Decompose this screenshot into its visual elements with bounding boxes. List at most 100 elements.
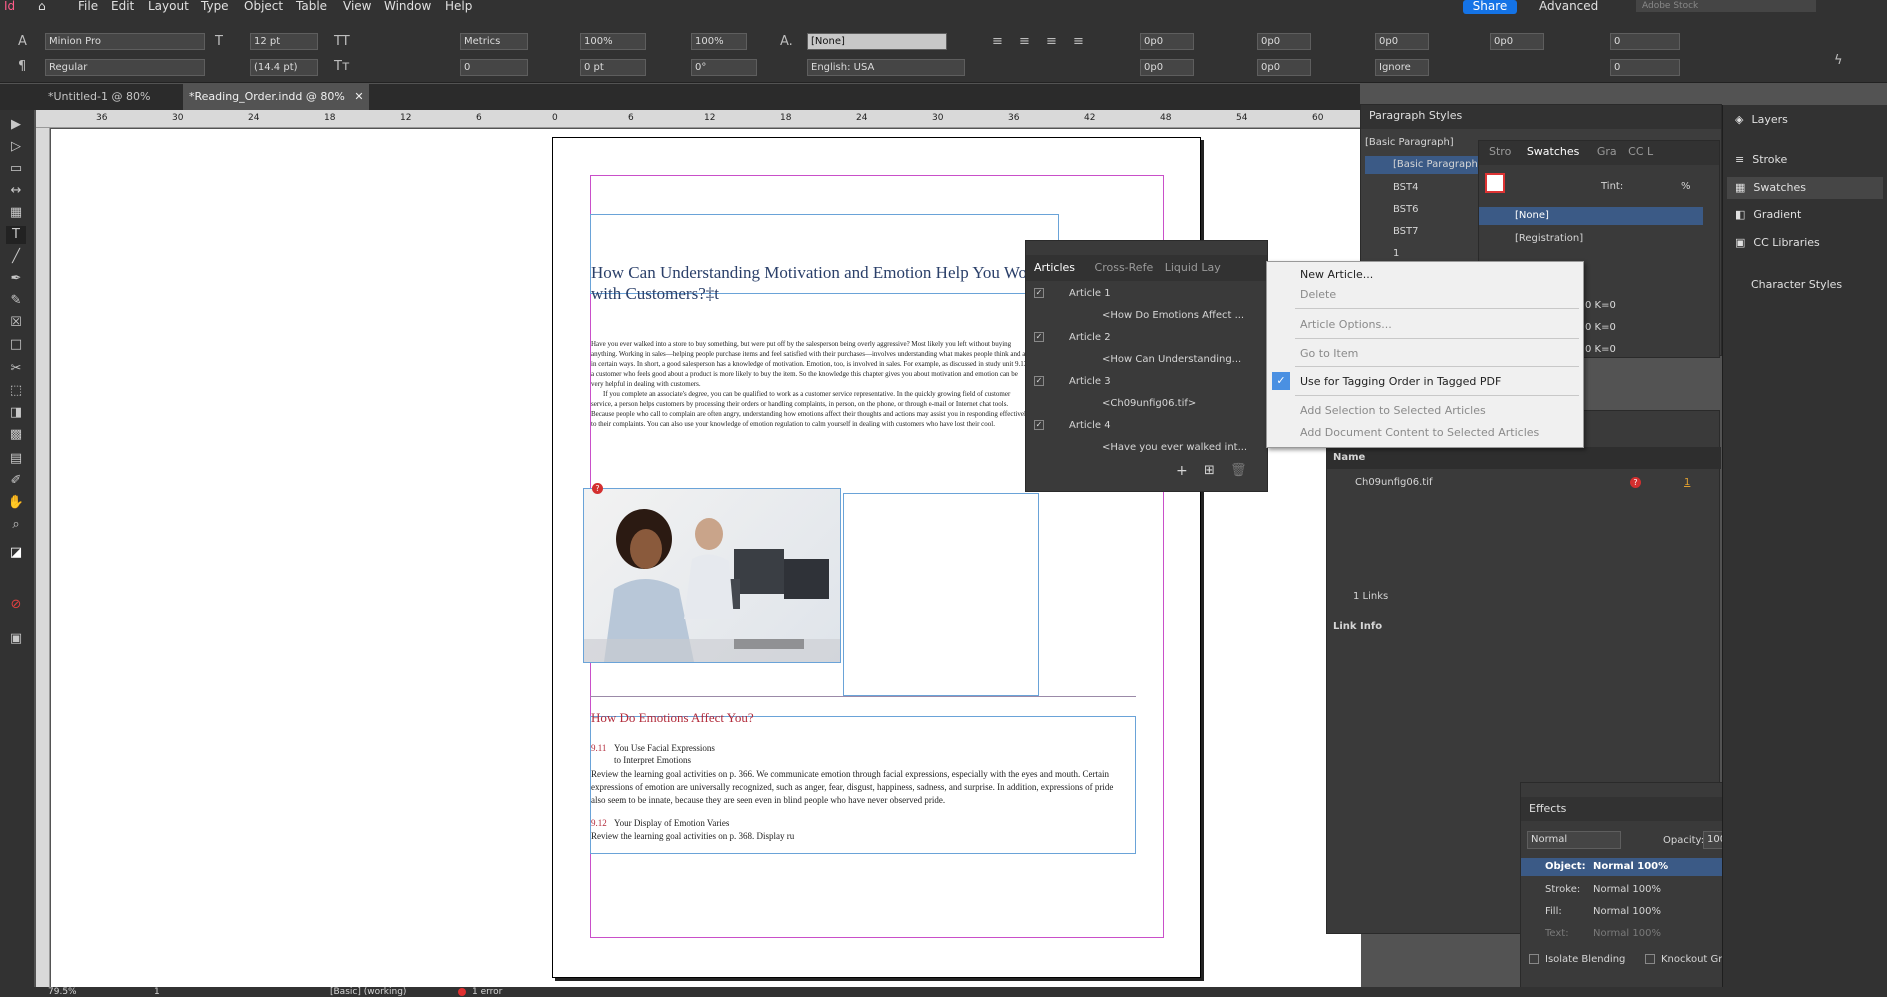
gap-tool-icon[interactable]: ↔ [6,182,26,200]
baseline-shift-field[interactable]: 0 pt [580,59,646,76]
effects-text-value[interactable]: Normal 100% [1593,928,1661,939]
zoom-level[interactable]: 79.5% [48,987,77,997]
menu-edit[interactable]: Edit [111,0,134,12]
zoom-tool-icon[interactable]: ⌕ [6,516,26,534]
horizontal-scale-field[interactable]: 100% [691,33,747,50]
menu-layout[interactable]: Layout [148,0,189,12]
paragraph-style-item[interactable]: BST4 [1393,182,1419,193]
justify-icon[interactable]: ≡ [1073,35,1084,49]
blend-mode-select[interactable]: Normal [1527,831,1621,849]
scissors-tool-icon[interactable]: ✂ [6,360,26,378]
swatch-registration[interactable]: [Registration] [1515,233,1583,244]
menu-window[interactable]: Window [384,0,431,12]
paragraph-styles-title[interactable]: Paragraph Styles [1361,105,1721,129]
stock-search[interactable]: Adobe Stock [1636,0,1816,12]
share-button[interactable]: Share [1463,0,1517,14]
article-checkbox[interactable]: ✓ [1034,288,1044,298]
character-style-field[interactable]: [None] [807,33,947,50]
menu-delete[interactable]: Delete [1300,288,1336,301]
effects-fill-value[interactable]: Normal 100% [1593,906,1661,917]
first-line-indent-field[interactable]: 0p0 [1140,59,1194,76]
dock-layers[interactable]: ◈ Layers [1735,109,1788,131]
vertical-scale-field[interactable]: 100% [580,33,646,50]
type-tool-icon[interactable]: T [6,226,26,244]
article-checkbox[interactable]: ✓ [1034,376,1044,386]
article-item[interactable]: Article 3 [1069,376,1111,387]
pen-tool-icon[interactable]: ✒ [6,270,26,288]
tab-liquid-layout[interactable]: Liquid Lay [1165,261,1221,274]
swatch-item[interactable]: 0 K=0 [1585,322,1616,333]
tab-stroke[interactable]: Stro [1489,145,1511,158]
tab-swatches[interactable]: Swatches [1527,145,1580,158]
eyedropper-tool-icon[interactable]: ✐ [6,472,26,490]
swatch-item[interactable]: 0 K=0 [1585,344,1616,355]
article-item[interactable]: Article 1 [1069,288,1111,299]
dock-swatches[interactable]: ▦ Swatches [1727,177,1883,199]
screen-mode-icon[interactable]: ▣ [6,630,26,648]
missing-link-warning-icon[interactable]: ? [592,483,603,494]
tab-cc-libraries[interactable]: CC L [1628,145,1653,158]
home-icon[interactable]: ⌂ [38,0,46,12]
article-child[interactable]: <Ch09unfig06.tif> [1102,398,1196,409]
dock-stroke[interactable]: ≡ Stroke [1735,149,1787,171]
note-tool-icon[interactable]: ▤ [6,450,26,468]
space-after-field[interactable]: 0p0 [1490,33,1544,50]
gradient-feather-tool-icon[interactable]: ▩ [6,426,26,444]
menu-type[interactable]: Type [201,0,229,12]
link-info-header[interactable]: Link Info [1333,621,1382,632]
article-child[interactable]: <Have you ever walked int... [1102,442,1247,453]
align-right-icon[interactable]: ≡ [1046,35,1057,49]
all-caps-icon[interactable]: TT [334,35,350,49]
fill-none-icon[interactable] [1485,173,1505,193]
dock-gradient[interactable]: ◧ Gradient [1735,204,1801,226]
article-item[interactable]: Article 4 [1069,420,1111,431]
hand-tool-icon[interactable]: ✋ [6,494,26,512]
dock-character-styles[interactable]: Character Styles [1751,274,1842,296]
fill-stroke-swatch-icon[interactable]: ◪ [6,544,26,562]
swatch-none[interactable]: [None] [1479,207,1703,225]
menu-view[interactable]: View [343,0,371,12]
tab-articles[interactable]: Articles [1034,261,1075,274]
paragraph-mode-icon[interactable]: ¶ [18,60,26,74]
font-family-field[interactable]: Minion Pro [45,33,205,50]
paragraph-style-item[interactable]: BST7 [1393,226,1419,237]
skew-field[interactable]: 0° [691,59,757,76]
font-style-field[interactable]: Regular [45,59,205,76]
tab-untitled[interactable]: *Untitled-1 @ 80% [42,84,180,110]
leading-field[interactable]: (14.4 pt) [250,59,318,76]
trash-icon[interactable]: 🗑 [1230,463,1247,478]
article-child[interactable]: <How Can Understanding... [1102,354,1241,365]
left-indent-field[interactable]: 0p0 [1140,33,1194,50]
add-article-icon[interactable]: + [1176,463,1188,479]
menu-add-document-content[interactable]: Add Document Content to Selected Article… [1300,426,1539,439]
effects-stroke-value[interactable]: Normal 100% [1593,884,1661,895]
preflight-errors[interactable]: 1 error [472,987,502,997]
paragraph-style-current[interactable]: [Basic Paragraph] [1365,137,1454,148]
menu-file[interactable]: File [78,0,98,12]
gradient-tool-icon[interactable]: ◨ [6,404,26,422]
kerning-field[interactable]: Metrics [460,33,528,50]
menu-object[interactable]: Object [244,0,283,12]
links-name-column[interactable]: Name [1333,452,1365,463]
line-tool-icon[interactable]: ╱ [6,248,26,266]
isolate-blending-checkbox[interactable] [1529,954,1539,964]
paragraph-style-item[interactable]: [Basic Paragraph [1365,156,1485,174]
knockout-group-checkbox[interactable] [1645,954,1655,964]
tab-cross-references[interactable]: Cross-Refe [1095,261,1154,274]
align-center-icon[interactable]: ≡ [1019,35,1030,49]
heading-motivation[interactable]: How Can Understanding Motivation and Emo… [591,262,1061,304]
tab-gradient[interactable]: Gra [1597,145,1617,158]
ignore-field[interactable]: Ignore [1375,59,1429,76]
paragraph-style-item[interactable]: 1 [1393,248,1399,259]
drop-cap-lines-field[interactable]: 0 [1610,33,1680,50]
article-checkbox[interactable]: ✓ [1034,420,1044,430]
align-left-icon[interactable]: ≡ [992,35,1003,49]
space-before-field[interactable]: 0p0 [1375,33,1429,50]
workspace-switcher[interactable]: Advanced [1539,0,1598,12]
free-transform-tool-icon[interactable]: ⬚ [6,382,26,400]
paragraph-style-item[interactable]: BST6 [1393,204,1419,215]
page-tool-icon[interactable]: ▭ [6,160,26,178]
drop-cap-chars-field[interactable]: 0 [1610,59,1680,76]
menu-new-article[interactable]: New Article... [1300,268,1373,281]
menu-add-selection[interactable]: Add Selection to Selected Articles [1300,404,1486,417]
